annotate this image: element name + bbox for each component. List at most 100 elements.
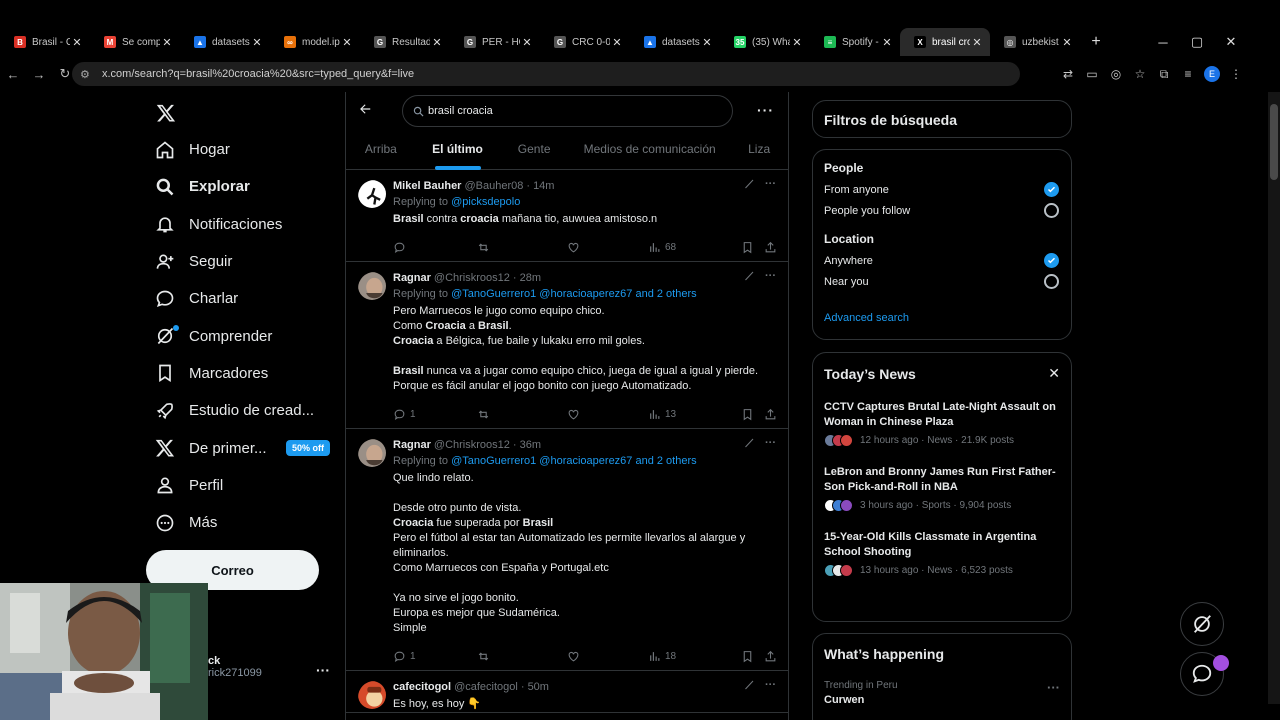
- mention-link[interactable]: @TanoGuerrero1 @horacioaperez67 and 2 ot…: [451, 455, 697, 467]
- browser-tab[interactable]: G PER - HO✕: [450, 28, 540, 56]
- tab-close-icon[interactable]: ✕: [970, 36, 984, 49]
- filter-option[interactable]: Near you: [824, 271, 1071, 292]
- browser-tab[interactable]: M Se comp ✕: [90, 28, 180, 56]
- nav-item-notificaciones[interactable]: Notificaciones: [146, 206, 336, 243]
- nav-item-de-primer[interactable]: De primer... 50% off: [146, 429, 336, 466]
- browser-tab[interactable]: 35 (35) Wha ✕: [720, 28, 810, 56]
- search-more-icon[interactable]: ···: [757, 102, 774, 118]
- tweet-author-handle[interactable]: @Chriskroos12: [434, 272, 510, 284]
- avatar[interactable]: [358, 439, 386, 467]
- nav-item-hogar[interactable]: Hogar: [146, 131, 336, 168]
- radio-icon[interactable]: [1044, 203, 1059, 218]
- check-icon[interactable]: [1044, 182, 1059, 197]
- tweet-author-name[interactable]: Ragnar: [393, 272, 431, 284]
- news-item[interactable]: 15-Year-Old Kills Classmate in Argentina…: [824, 530, 1060, 577]
- tweet-time[interactable]: · 36m: [513, 439, 541, 451]
- tab-close-icon[interactable]: ✕: [70, 36, 84, 49]
- close-icon[interactable]: ✕: [1048, 365, 1060, 382]
- radio-icon[interactable]: [1044, 274, 1059, 289]
- maximize-button[interactable]: ▢: [1180, 34, 1214, 50]
- star-icon[interactable]: ☆: [1128, 67, 1152, 81]
- like-icon[interactable]: [567, 241, 580, 254]
- check-icon[interactable]: [1044, 253, 1059, 268]
- news-item[interactable]: CCTV Captures Brutal Late-Night Assault …: [824, 400, 1060, 447]
- page-scrollbar[interactable]: [1268, 92, 1280, 704]
- repost-icon[interactable]: [477, 650, 490, 663]
- news-item[interactable]: LeBron and Bronny James Run First Father…: [824, 465, 1060, 512]
- browser-tab[interactable]: ∞ model.ip ✕: [270, 28, 360, 56]
- page-scrollbar-thumb[interactable]: [1270, 104, 1278, 180]
- avatar[interactable]: [358, 180, 386, 208]
- tweet-author-handle[interactable]: @Bauher08: [464, 180, 523, 192]
- site-info-icon[interactable]: ⚙: [80, 68, 96, 81]
- close-window-button[interactable]: ✕: [1214, 34, 1248, 50]
- browser-tab[interactable]: ≡ Spotify - ✕: [810, 28, 900, 56]
- trend-name[interactable]: Curwen: [824, 694, 898, 706]
- bookmark-icon[interactable]: [741, 650, 754, 663]
- browser-tab[interactable]: G Resultad ✕: [360, 28, 450, 56]
- nav-item-charlar[interactable]: Charlar: [146, 280, 336, 317]
- tab-close-icon[interactable]: ✕: [520, 36, 534, 49]
- tweet-card[interactable]: Ragnar @Chriskroos12 · 28m ··· Replying to @…: [346, 262, 788, 429]
- mention-link[interactable]: @picksdepolo: [451, 196, 520, 208]
- tab-close-icon[interactable]: ✕: [160, 36, 174, 49]
- grok-icon[interactable]: [743, 437, 755, 449]
- browser-tab[interactable]: ▲ datasets ✕: [180, 28, 270, 56]
- views-icon[interactable]: 13: [648, 408, 676, 421]
- browser-tab[interactable]: Xbrasil cro ✕: [900, 28, 990, 56]
- mention-link[interactable]: @TanoGuerrero1 @horacioaperez67 and 2 ot…: [451, 288, 697, 300]
- tweet-author-handle[interactable]: @cafecitogol: [454, 681, 518, 693]
- filter-option[interactable]: From anyone: [824, 179, 1071, 200]
- url-bar[interactable]: ⚙ x.com/search?q=brasil%20croacia%20&src…: [72, 62, 1020, 86]
- share-icon[interactable]: [764, 408, 777, 421]
- profile-avatar[interactable]: E: [1204, 66, 1220, 82]
- media-icon[interactable]: ≡: [1176, 67, 1200, 81]
- tweet-more-icon[interactable]: ···: [765, 178, 776, 190]
- tab-close-icon[interactable]: ✕: [610, 36, 624, 49]
- browser-tab[interactable]: G CRC 0-0 ✕: [540, 28, 630, 56]
- share-icon[interactable]: [764, 241, 777, 254]
- tweet-more-icon[interactable]: ···: [765, 679, 776, 691]
- avatar[interactable]: [358, 681, 386, 709]
- views-icon[interactable]: 68: [648, 241, 676, 254]
- views-icon[interactable]: 18: [648, 650, 676, 663]
- tab-close-icon[interactable]: ✕: [340, 36, 354, 49]
- bookmark-icon[interactable]: [741, 408, 754, 421]
- bookmark-icon[interactable]: [741, 241, 754, 254]
- tweet-card[interactable]: Mikel Bauher @Bauher08 · 14m ··· Replying to…: [346, 170, 788, 262]
- tweet-time[interactable]: · 50m: [521, 681, 549, 693]
- search-tab[interactable]: Arriba: [346, 128, 416, 170]
- share-icon[interactable]: [764, 650, 777, 663]
- browser-tab[interactable]: B Brasil - C ✕: [0, 28, 90, 56]
- grok-icon[interactable]: [743, 270, 755, 282]
- nav-item-explorar[interactable]: Explorar: [146, 168, 336, 205]
- tab-close-icon[interactable]: ✕: [250, 36, 264, 49]
- translate-icon[interactable]: ⇄: [1056, 67, 1080, 81]
- search-tab[interactable]: Liza: [730, 128, 788, 170]
- tweet-more-icon[interactable]: ···: [765, 270, 776, 282]
- trend-more-icon[interactable]: ···: [1047, 680, 1060, 706]
- tweet-author-name[interactable]: cafecitogol: [393, 681, 451, 693]
- puzzle-icon[interactable]: ⧉: [1152, 67, 1176, 82]
- back-button[interactable]: ←: [0, 67, 26, 82]
- nav-item-perfil[interactable]: Perfil: [146, 467, 336, 504]
- advanced-search-link[interactable]: Advanced search: [824, 312, 1071, 324]
- like-icon[interactable]: [567, 408, 580, 421]
- nav-item-marcadores[interactable]: Marcadores: [146, 355, 336, 392]
- messages-float-button[interactable]: [1180, 652, 1229, 696]
- tweet-card[interactable]: cafecitogol @cafecitogol · 50m ··· Es hoy, e…: [346, 671, 788, 713]
- eye-off-icon[interactable]: ◎: [1104, 67, 1128, 81]
- tweet-card[interactable]: Ragnar @Chriskroos12 · 36m ··· Replying to @…: [346, 429, 788, 671]
- account-more-icon[interactable]: ···: [316, 662, 330, 678]
- new-tab-button[interactable]: +: [1084, 33, 1108, 51]
- avatar[interactable]: [358, 272, 386, 300]
- tab-close-icon[interactable]: ✕: [880, 36, 894, 49]
- forward-button[interactable]: →: [26, 67, 52, 82]
- like-icon[interactable]: [567, 650, 580, 663]
- account-switcher[interactable]: ck rick271099: [208, 655, 262, 679]
- grok-float-button[interactable]: [1180, 602, 1224, 646]
- tweet-time[interactable]: · 14m: [526, 180, 554, 192]
- tweet-author-handle[interactable]: @Chriskroos12: [434, 439, 510, 451]
- reply-icon[interactable]: [393, 241, 410, 254]
- search-tab[interactable]: Medios de comunicación: [569, 128, 730, 170]
